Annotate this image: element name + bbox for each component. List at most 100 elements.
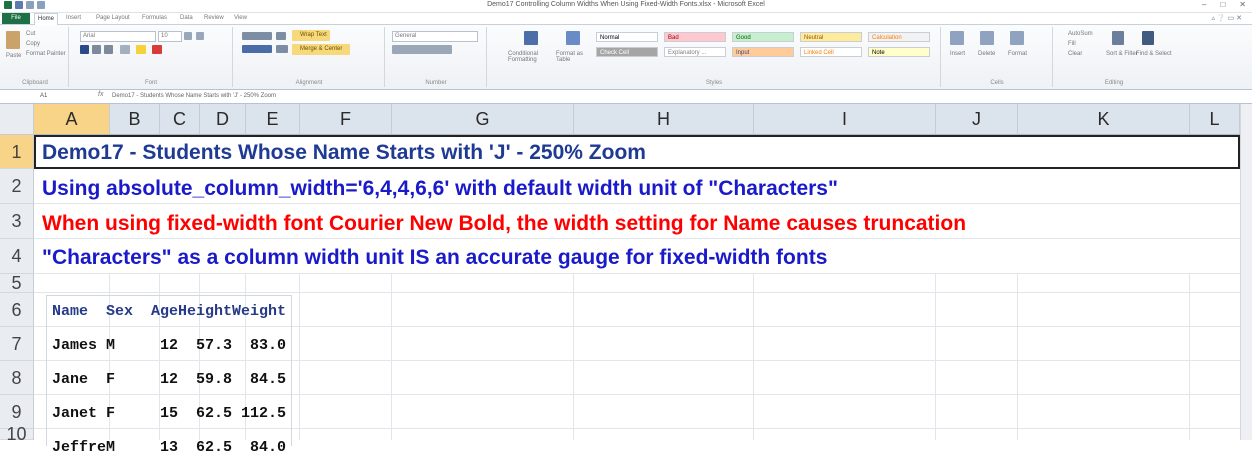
cell-a2-text[interactable]: Using absolute_column_width='6,4,4,6,6' … bbox=[42, 177, 838, 201]
number-group-label: Number bbox=[425, 80, 447, 86]
column-header-d[interactable]: D bbox=[200, 104, 246, 135]
cell-style-linked-cell[interactable]: Linked Cell bbox=[800, 47, 862, 57]
shrink-font-icon[interactable] bbox=[196, 32, 204, 40]
tab-formulas[interactable]: Formulas bbox=[142, 13, 167, 24]
quick-access-toolbar bbox=[4, 1, 45, 9]
cell-style-check-cell[interactable]: Check Cell bbox=[596, 47, 658, 57]
minimize-button[interactable]: – bbox=[1202, 0, 1206, 9]
column-header-j[interactable]: J bbox=[936, 104, 1018, 135]
close-button[interactable]: ✕ bbox=[1239, 0, 1246, 9]
row-header-10[interactable]: 10 bbox=[0, 425, 34, 443]
gridline-vertical bbox=[935, 274, 936, 440]
tab-file[interactable]: File bbox=[2, 13, 30, 24]
save-icon[interactable] bbox=[15, 1, 23, 9]
insert-cells-icon[interactable] bbox=[950, 31, 964, 45]
cell-style-calculation[interactable]: Calculation bbox=[868, 32, 930, 42]
font-color-icon[interactable] bbox=[152, 45, 162, 54]
row-header-2[interactable]: 2 bbox=[0, 169, 34, 204]
vertical-scrollbar[interactable] bbox=[1240, 104, 1252, 440]
column-header-b[interactable]: B bbox=[110, 104, 160, 135]
cell-style-good[interactable]: Good bbox=[732, 32, 794, 42]
help-icon[interactable]: ▵ ❔ ▭ ✕ bbox=[1211, 14, 1242, 22]
column-header-e[interactable]: E bbox=[246, 104, 300, 135]
bold-icon[interactable] bbox=[80, 45, 89, 54]
underline-icon[interactable] bbox=[104, 45, 113, 54]
column-header-h[interactable]: H bbox=[574, 104, 754, 135]
row-header-6[interactable]: 6 bbox=[0, 293, 34, 327]
maximize-button[interactable]: □ bbox=[1220, 0, 1225, 9]
number-format-select[interactable]: General bbox=[392, 31, 478, 42]
fill-color-icon[interactable] bbox=[136, 45, 146, 54]
vertical-align-icon[interactable] bbox=[242, 32, 272, 40]
cell-style-note[interactable]: Note bbox=[868, 47, 930, 57]
cell-style-input[interactable]: Input bbox=[732, 47, 794, 57]
row-header-5[interactable]: 5 bbox=[0, 274, 34, 293]
column-header-k[interactable]: K bbox=[1018, 104, 1190, 135]
grow-font-icon[interactable] bbox=[184, 32, 192, 40]
styles-group-label: Styles bbox=[705, 80, 723, 86]
font-name-select[interactable]: Arial bbox=[80, 31, 156, 42]
wrap-text-button[interactable]: Wrap Text bbox=[292, 30, 330, 41]
row-header-3[interactable]: 3 bbox=[0, 204, 34, 239]
tab-page-layout[interactable]: Page Layout bbox=[96, 13, 130, 24]
tab-view[interactable]: View bbox=[234, 13, 247, 24]
fx-icon[interactable]: fx bbox=[98, 91, 103, 98]
cell-a3-text[interactable]: When using fixed-width font Courier New … bbox=[42, 212, 966, 236]
clear-button[interactable]: Clear bbox=[1068, 51, 1082, 57]
sort-filter-icon[interactable] bbox=[1112, 31, 1124, 45]
row-header-1[interactable]: 1 bbox=[0, 135, 34, 169]
conditional-formatting-icon[interactable] bbox=[524, 31, 538, 45]
gridline-vertical bbox=[1189, 274, 1190, 440]
tab-data[interactable]: Data bbox=[180, 13, 193, 24]
name-box[interactable]: A1 bbox=[10, 91, 80, 101]
orientation-icon[interactable] bbox=[276, 32, 286, 40]
column-header-c[interactable]: C bbox=[160, 104, 200, 135]
copy-button[interactable]: Copy bbox=[26, 41, 40, 47]
number-buttons-icon[interactable] bbox=[392, 45, 452, 54]
format-table-icon[interactable] bbox=[566, 31, 580, 45]
italic-icon[interactable] bbox=[92, 45, 101, 54]
cell-style-explanatory[interactable]: Explanatory ... bbox=[664, 47, 726, 57]
wrap-text-label: Wrap Text bbox=[300, 32, 327, 38]
indent-icon[interactable] bbox=[276, 45, 288, 53]
format-painter-button[interactable]: Format Painter bbox=[26, 51, 66, 57]
column-header-f[interactable]: F bbox=[300, 104, 392, 135]
paste-icon[interactable] bbox=[6, 31, 20, 49]
column-header-a[interactable]: A bbox=[34, 104, 110, 135]
format-cells-icon[interactable] bbox=[1010, 31, 1024, 45]
fill-button[interactable]: Fill bbox=[1068, 41, 1076, 47]
select-all-corner[interactable] bbox=[0, 104, 34, 135]
cell-style-normal[interactable]: Normal bbox=[596, 32, 658, 42]
find-select-icon[interactable] bbox=[1142, 31, 1154, 45]
gridline-horizontal bbox=[34, 273, 1240, 274]
borders-icon[interactable] bbox=[120, 45, 130, 54]
row-header-4[interactable]: 4 bbox=[0, 239, 34, 274]
row-header-7[interactable]: 7 bbox=[0, 327, 34, 361]
alignment-group-label: Alignment bbox=[295, 80, 323, 86]
tab-home[interactable]: Home bbox=[34, 13, 59, 25]
cell-a1-title[interactable]: Demo17 - Students Whose Name Starts with… bbox=[42, 141, 646, 165]
cell-a4-text[interactable]: "Characters" as a column width unit IS a… bbox=[42, 246, 827, 270]
formula-input[interactable]: Demo17 - Students Whose Name Starts with… bbox=[112, 91, 276, 101]
undo-icon[interactable] bbox=[26, 1, 34, 9]
font-size-select[interactable]: 10 bbox=[158, 31, 182, 42]
horizontal-align-icon[interactable] bbox=[242, 45, 272, 53]
formula-bar: A1 fx Demo17 - Students Whose Name Start… bbox=[0, 90, 1252, 104]
tab-insert[interactable]: Insert bbox=[66, 13, 81, 24]
cut-button[interactable]: Cut bbox=[26, 31, 35, 37]
merge-center-button[interactable]: Merge & Center bbox=[292, 44, 350, 55]
delete-cells-icon[interactable] bbox=[980, 31, 994, 45]
row-header-8[interactable]: 8 bbox=[0, 361, 34, 395]
tab-review[interactable]: Review bbox=[204, 13, 224, 24]
column-header-l[interactable]: L bbox=[1190, 104, 1240, 135]
cell-style-bad[interactable]: Bad bbox=[664, 32, 726, 42]
autosum-button[interactable]: AutoSum bbox=[1068, 31, 1093, 37]
worksheet-grid[interactable]: ABCDEFGHIJKL 1 2 3 4 5 6 7 8 9 10 Demo17 - Studen… bbox=[0, 104, 1240, 456]
sort-filter-label: Sort & Filter bbox=[1106, 51, 1138, 57]
redo-icon[interactable] bbox=[37, 1, 45, 9]
column-header-g[interactable]: G bbox=[392, 104, 574, 135]
column-header-i[interactable]: I bbox=[754, 104, 936, 135]
cell-style-neutral[interactable]: Neutral bbox=[800, 32, 862, 42]
font-name-value: Arial bbox=[83, 33, 96, 39]
cells-group: Insert Delete Format Cells bbox=[942, 27, 1053, 87]
